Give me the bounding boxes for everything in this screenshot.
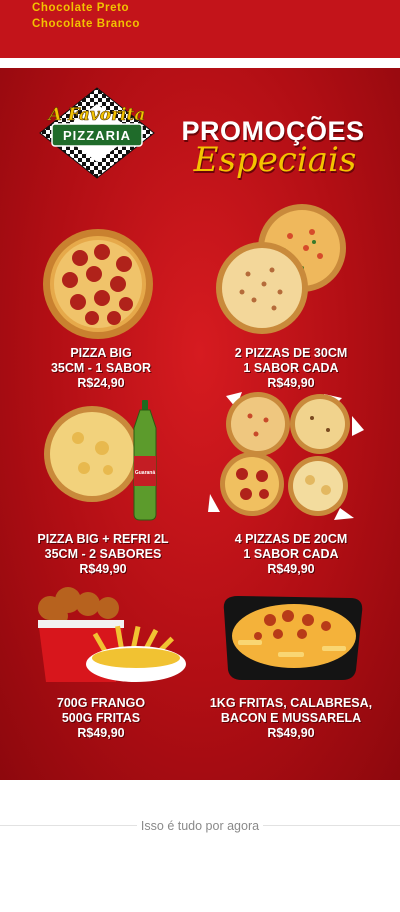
soda-bottle-label: Guaraná bbox=[135, 470, 156, 476]
four-pizzas-image bbox=[208, 392, 364, 520]
promo-loaded-fries-caption: 1KG FRITAS, CALABRESA, BACON E MUSSARELA R… bbox=[209, 696, 373, 740]
section-divider bbox=[0, 58, 400, 68]
logo-script-text: A Favorita bbox=[47, 105, 146, 125]
menu-item-chocolate-preto: Chocolate Preto bbox=[32, 2, 130, 14]
pepperoni-pizza-image bbox=[43, 229, 153, 339]
promo-two-pizzas-caption: 2 PIZZAS DE 30CM 1 SABOR CADA R$49,90 bbox=[234, 346, 348, 390]
promo-four-pizzas-caption: 4 PIZZAS DE 20CM 1 SABOR CADA R$49,90 bbox=[234, 532, 348, 576]
previous-menu-section: Chocolate Preto Chocolate Branco bbox=[0, 0, 400, 58]
logo-pizzaria-text: PIZZARIA bbox=[63, 128, 131, 143]
two-pizzas-image bbox=[216, 204, 346, 334]
loaded-fries-image bbox=[223, 596, 363, 680]
promo-pizza-big-caption: PIZZA BIG 35CM - 1 SABOR R$24,90 bbox=[50, 346, 152, 390]
promo-subtitle: Especiais bbox=[193, 140, 357, 180]
feed-end-area: Isso é tudo por agora bbox=[0, 780, 400, 912]
promo-pizza-refri-caption: PIZZA BIG + REFRI 2L 35CM - 2 SABORES R$49… bbox=[37, 532, 169, 576]
promotions-poster: A Favorita PIZZARIA PROMOÇÕES Especiais … bbox=[0, 68, 400, 780]
pizzaria-logo: A Favorita PIZZARIA bbox=[39, 87, 155, 179]
pizza-and-soda-image: Guaraná bbox=[44, 400, 157, 521]
chicken-and-fries-image bbox=[38, 587, 186, 682]
menu-item-chocolate-branco: Chocolate Branco bbox=[32, 18, 141, 30]
promo-chicken-fries-caption: 700G FRANGO 500G FRITAS R$49,90 bbox=[56, 696, 146, 740]
end-of-content-message: Isso é tudo por agora bbox=[0, 817, 400, 835]
